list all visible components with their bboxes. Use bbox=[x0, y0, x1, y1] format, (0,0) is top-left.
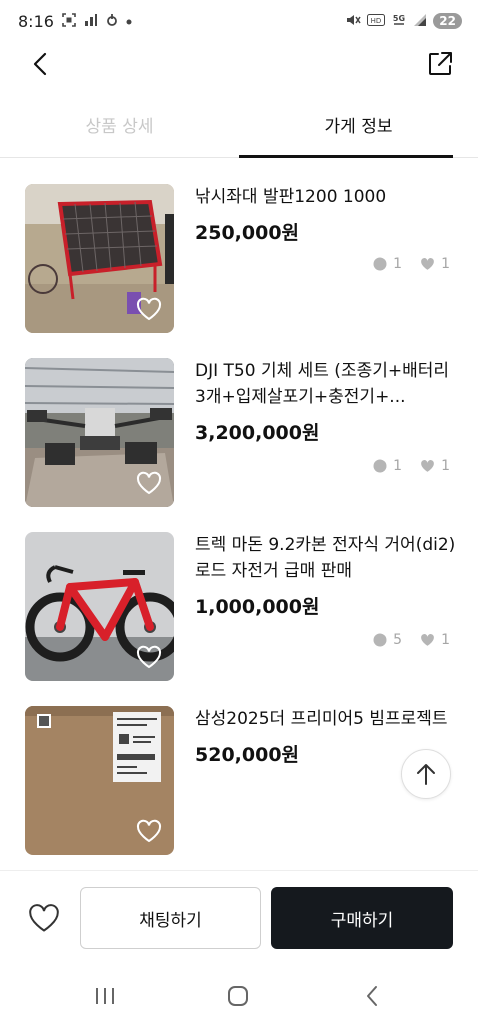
heart-outline-icon bbox=[29, 904, 59, 932]
chat-count: 1 bbox=[393, 458, 403, 474]
product-price: 1,000,000원 bbox=[195, 596, 320, 618]
product-title: 낚시좌대 발판1200 1000 bbox=[195, 187, 387, 207]
tab-product-detail[interactable]: 상품 상세 bbox=[0, 90, 239, 158]
app-bar bbox=[0, 42, 478, 88]
heart-filled-icon bbox=[421, 634, 434, 646]
product-item[interactable]: 낚시좌대 발판1200 1000 250,000원 1 1 bbox=[0, 184, 478, 334]
product-stats: 5 1 bbox=[373, 632, 450, 648]
chat-bubble-icon bbox=[373, 633, 387, 647]
chat-bubble-icon bbox=[373, 459, 387, 473]
system-nav-bar bbox=[0, 966, 478, 1024]
svg-text:5G: 5G bbox=[393, 14, 405, 23]
share-button[interactable] bbox=[422, 46, 458, 82]
product-info: 트렉 마돈 9.2카본 전자식 거어(di2) 로드 자전거 급매 판매 1,0… bbox=[195, 532, 457, 619]
external-share-icon bbox=[429, 52, 452, 75]
tab-store-info[interactable]: 가게 정보 bbox=[239, 90, 478, 158]
signal-icon bbox=[413, 13, 427, 30]
bottom-action-bar: 채팅하기 구매하기 bbox=[0, 870, 478, 966]
product-title: DJI T50 기체 세트 (조종기+배터리3개+입제살포기+충전기+... bbox=[195, 361, 450, 407]
system-back-button[interactable] bbox=[352, 980, 392, 1012]
like-count: 1 bbox=[441, 632, 450, 648]
product-thumbnail[interactable] bbox=[25, 184, 174, 333]
recent-apps-icon bbox=[96, 988, 114, 1004]
buy-button[interactable]: 구매하기 bbox=[271, 887, 453, 949]
recent-apps-button[interactable] bbox=[85, 980, 125, 1012]
scroll-to-top-button[interactable] bbox=[401, 749, 451, 799]
product-title: 트렉 마돈 9.2카본 전자식 거어(di2) 로드 자전거 급매 판매 bbox=[195, 535, 456, 581]
tab-bar: 상품 상세 가게 정보 bbox=[0, 90, 478, 158]
battery-indicator: 22 bbox=[433, 13, 462, 29]
hd-icon: HD bbox=[367, 13, 386, 29]
product-stats: 1 1 bbox=[373, 458, 450, 474]
like-count: 1 bbox=[441, 458, 450, 474]
wishlist-button[interactable] bbox=[26, 901, 62, 935]
heart-icon[interactable] bbox=[136, 819, 162, 843]
arrow-up-icon bbox=[417, 764, 435, 785]
svg-text:HD: HD bbox=[371, 17, 382, 25]
like-count: 1 bbox=[441, 256, 450, 272]
status-time: 8:16 bbox=[18, 11, 54, 31]
5g-icon: 5G bbox=[391, 13, 407, 30]
signal-bars-icon bbox=[84, 13, 98, 30]
chevron-left-icon bbox=[33, 52, 47, 76]
product-price: 250,000원 bbox=[195, 222, 300, 244]
heart-icon[interactable] bbox=[136, 645, 162, 669]
product-thumbnail[interactable] bbox=[25, 358, 174, 507]
scan-icon bbox=[62, 12, 76, 30]
product-title: 삼성2025더 프리미어5 빔프로젝트 bbox=[195, 709, 448, 729]
heart-icon[interactable] bbox=[136, 471, 162, 495]
chat-bubble-icon bbox=[373, 257, 387, 271]
heart-filled-icon bbox=[421, 460, 434, 472]
product-info: 낚시좌대 발판1200 1000 250,000원 bbox=[195, 184, 457, 245]
sync-icon bbox=[106, 13, 118, 30]
product-item[interactable]: 트렉 마돈 9.2카본 전자식 거어(di2) 로드 자전거 급매 판매 1,0… bbox=[0, 532, 478, 682]
dot-icon bbox=[126, 14, 132, 28]
chat-count: 5 bbox=[393, 632, 403, 648]
product-price: 3,200,000원 bbox=[195, 422, 320, 444]
heart-icon[interactable] bbox=[136, 297, 162, 321]
product-item[interactable]: DJI T50 기체 세트 (조종기+배터리3개+입제살포기+충전기+... 3… bbox=[0, 358, 478, 508]
home-button[interactable] bbox=[218, 980, 258, 1012]
home-icon bbox=[228, 986, 248, 1006]
chat-button[interactable]: 채팅하기 bbox=[80, 887, 261, 949]
chat-count: 1 bbox=[393, 256, 403, 272]
product-thumbnail[interactable] bbox=[25, 706, 174, 855]
back-button[interactable] bbox=[22, 46, 58, 82]
status-bar: 8:16 HD 5G 22 bbox=[0, 0, 478, 42]
product-stats: 1 1 bbox=[373, 256, 450, 272]
chevron-left-icon bbox=[367, 986, 377, 1006]
product-info: DJI T50 기체 세트 (조종기+배터리3개+입제살포기+충전기+... 3… bbox=[195, 358, 457, 445]
product-thumbnail[interactable] bbox=[25, 532, 174, 681]
heart-filled-icon bbox=[421, 258, 434, 270]
mute-icon bbox=[345, 13, 361, 30]
